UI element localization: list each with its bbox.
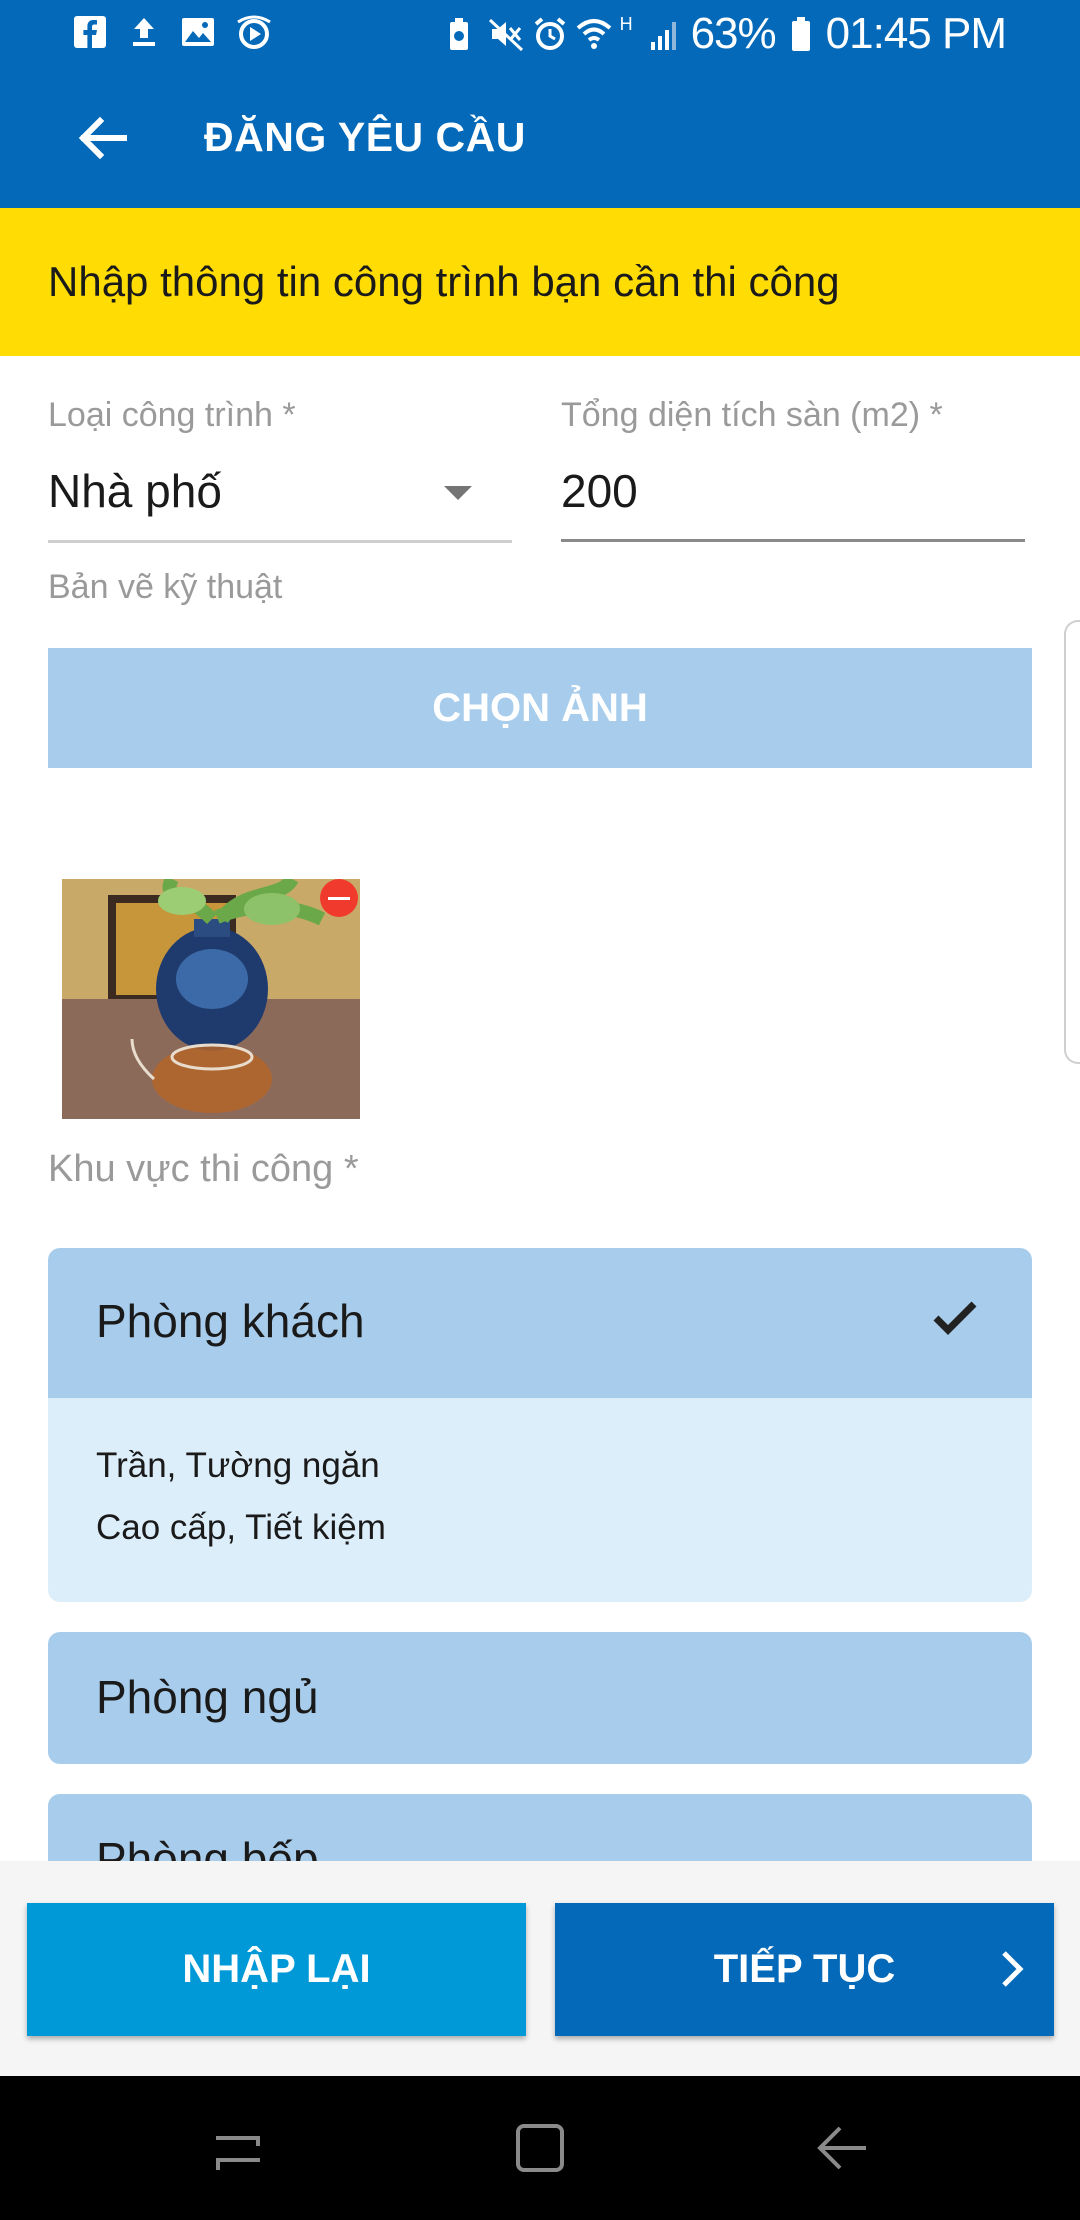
choose-photo-button[interactable]: CHỌN ẢNH: [48, 648, 1032, 768]
battery-saver-icon: [444, 16, 474, 52]
continue-button-label: TIẾP TỤC: [713, 1947, 896, 1991]
area-card-details[interactable]: Trần, Tường ngăn Cao cấp, Tiết kiệm: [48, 1398, 1032, 1602]
signal-icon: [647, 16, 677, 52]
battery-percent: 63%: [690, 9, 777, 58]
thumbnail-image: [62, 879, 360, 1119]
area-card-title: Phòng ngủ: [96, 1671, 319, 1723]
floor-area-input[interactable]: 200: [561, 456, 1025, 546]
home-button[interactable]: [510, 2118, 570, 2178]
area-card-title: Phòng khách: [96, 1295, 365, 1347]
recent-apps-button[interactable]: [208, 2118, 268, 2178]
reset-button-label: NHẬP LẠI: [182, 1947, 371, 1991]
project-type-underline: [48, 540, 512, 543]
area-card-kitchen[interactable]: Phòng bếp: [48, 1794, 1032, 1861]
app-bar: ĐĂNG YÊU CẦU: [0, 68, 1080, 208]
status-bar: H 63% 01:45 PM: [0, 0, 1080, 68]
drawing-thumbnail[interactable]: [62, 879, 360, 1119]
floor-area-label: Tổng diện tích sàn (m2) *: [561, 396, 943, 434]
alarm-icon: [532, 16, 565, 52]
floor-area-value: 200: [561, 465, 638, 517]
floor-area-underline: [561, 539, 1025, 542]
project-type-value: Nhà phố: [48, 465, 222, 517]
notification-icons: [72, 14, 271, 50]
system-status: H 63% 01:45 PM: [444, 9, 1007, 58]
area-card-bedroom[interactable]: Phòng ngủ: [48, 1632, 1032, 1764]
area-section-label: Khu vực thi công *: [48, 1148, 359, 1190]
back-nav-icon: [817, 2126, 866, 2170]
edge-panel-handle[interactable]: [1064, 620, 1080, 1064]
banner-text: Nhập thông tin công trình bạn cần thi cô…: [48, 258, 840, 305]
back-nav-button[interactable]: [812, 2118, 872, 2178]
drawings-label: Bản vẽ kỹ thuật: [48, 568, 283, 606]
mute-icon: [488, 16, 523, 52]
network-type: H: [619, 14, 633, 34]
project-type-label: Loại công trình *: [48, 396, 296, 434]
project-type-dropdown[interactable]: Nhà phố: [48, 456, 512, 546]
checkmark-icon: [933, 1301, 977, 1335]
arrow-left-icon: [78, 116, 127, 160]
area-detail-line: Cao cấp, Tiết kiệm: [96, 1508, 386, 1547]
home-icon: [516, 2124, 564, 2172]
system-nav-bar: [0, 2076, 1080, 2220]
area-card-title: Phòng bếp: [96, 1833, 319, 1861]
image-icon: [180, 14, 216, 50]
upload-icon: [126, 14, 162, 50]
form-content: Loại công trình * Nhà phố Tổng diện tích…: [0, 356, 1080, 1861]
continue-button[interactable]: TIẾP TỤC: [555, 1903, 1054, 2036]
reset-button[interactable]: NHẬP LẠI: [27, 1903, 526, 2036]
recent-apps-icon: [216, 2136, 260, 2170]
wifi-icon: [576, 16, 611, 52]
remove-photo-button[interactable]: [320, 879, 358, 917]
media-icon: [234, 14, 271, 50]
dropdown-arrow-icon: [444, 486, 472, 500]
bottom-action-bar: NHẬP LẠI TIẾP TỤC: [0, 1861, 1080, 2076]
area-card-living-room[interactable]: Phòng khách: [48, 1248, 1032, 1398]
chevron-right-icon: [1002, 1951, 1024, 1987]
clock: 01:45 PM: [825, 9, 1007, 58]
page-title: ĐĂNG YÊU CẦU: [204, 114, 526, 160]
battery-icon: [790, 16, 812, 52]
area-detail-line: Trần, Tường ngăn: [96, 1446, 380, 1485]
facebook-icon: [72, 14, 108, 50]
instruction-banner: Nhập thông tin công trình bạn cần thi cô…: [0, 208, 1080, 356]
back-button[interactable]: [72, 108, 142, 168]
